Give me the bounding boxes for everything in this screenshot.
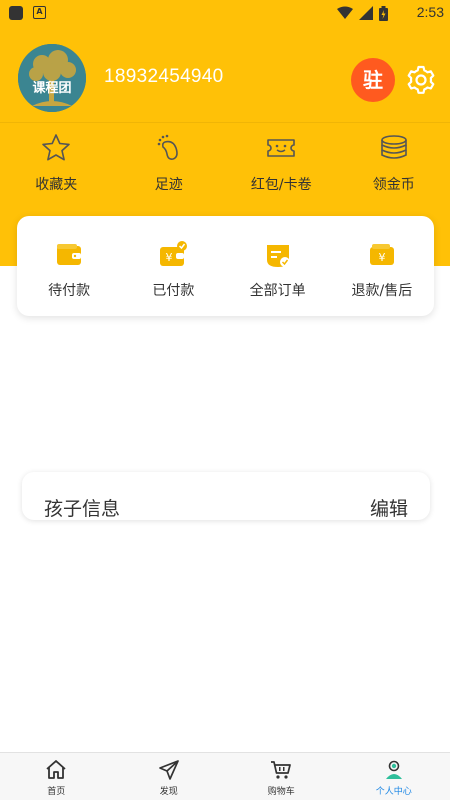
gear-icon[interactable]	[405, 64, 437, 96]
wallet-icon	[57, 244, 82, 265]
tab-label: 发现	[159, 787, 178, 797]
tab-cart[interactable]: 购物车	[225, 753, 338, 800]
home-icon	[46, 760, 66, 779]
refund-icon: ¥	[369, 244, 394, 265]
child-info-title: 孩子信息	[44, 498, 121, 520]
quick-item-coins[interactable]: 领金币	[338, 132, 450, 202]
order-item-label: 退款/售后	[351, 283, 413, 299]
tab-label: 购物车	[267, 787, 295, 797]
tab-profile[interactable]: 个人中心	[338, 753, 450, 800]
orders-card: 待付款 ¥ 已付款 全部订单 ¥ 退款/售后	[17, 216, 434, 316]
signal-icon	[359, 6, 373, 20]
system-icons	[337, 5, 388, 21]
tab-label: 首页	[47, 787, 66, 797]
paid-icon: ¥	[160, 241, 188, 266]
order-item-label: 已付款	[152, 283, 195, 299]
wifi-icon	[337, 6, 353, 19]
quick-item-label: 收藏夹	[35, 177, 78, 193]
svg-text:¥: ¥	[378, 251, 385, 264]
quick-actions: 收藏夹 足迹 红包/卡卷 领金币	[0, 132, 450, 202]
status-bar: A 2:53	[0, 0, 450, 26]
quick-item-label: 红包/卡卷	[250, 177, 312, 193]
send-icon	[158, 760, 179, 780]
quick-item-coupons[interactable]: 红包/卡卷	[225, 132, 338, 202]
user-icon	[385, 760, 402, 779]
tab-discover[interactable]: 发现	[113, 753, 226, 800]
tab-home[interactable]: 首页	[0, 753, 113, 800]
order-paid[interactable]: ¥ 已付款	[121, 216, 225, 316]
clock: 2:53	[416, 4, 444, 20]
app-notification-icon: A	[33, 6, 46, 19]
quick-item-footprints[interactable]: 足迹	[113, 132, 226, 202]
tab-label: 个人中心	[375, 787, 412, 797]
coins-icon	[380, 135, 407, 159]
footprint-icon	[157, 134, 178, 160]
order-item-label: 全部订单	[249, 283, 306, 299]
header-divider	[0, 122, 450, 123]
avatar[interactable]: 课程团	[18, 44, 86, 112]
battery-icon	[379, 5, 388, 21]
order-all[interactable]: 全部订单	[226, 216, 330, 316]
notification-icon	[9, 6, 23, 20]
tree-logo-icon: 课程团	[18, 44, 86, 112]
phone-number: 18932454940	[104, 66, 224, 87]
cart-icon	[271, 761, 292, 779]
star-icon	[42, 134, 71, 161]
order-pending-payment[interactable]: 待付款	[17, 216, 121, 316]
child-info-card: 孩子信息 编辑	[22, 472, 430, 520]
all-orders-icon	[266, 245, 290, 267]
settle-in-button[interactable]: 驻	[351, 58, 395, 102]
coupon-icon	[267, 139, 296, 157]
quick-item-label: 领金币	[372, 177, 415, 193]
edit-button[interactable]: 编辑	[370, 494, 408, 520]
quick-item-label: 足迹	[154, 177, 183, 193]
order-item-label: 待付款	[48, 283, 91, 299]
svg-text:¥: ¥	[166, 251, 173, 264]
avatar-text: 课程团	[32, 81, 71, 96]
quick-item-favorites[interactable]: 收藏夹	[0, 132, 113, 202]
order-refund[interactable]: ¥ 退款/售后	[330, 216, 434, 316]
bottom-tabbar: 首页 发现 购物车 个人中心	[0, 752, 450, 800]
